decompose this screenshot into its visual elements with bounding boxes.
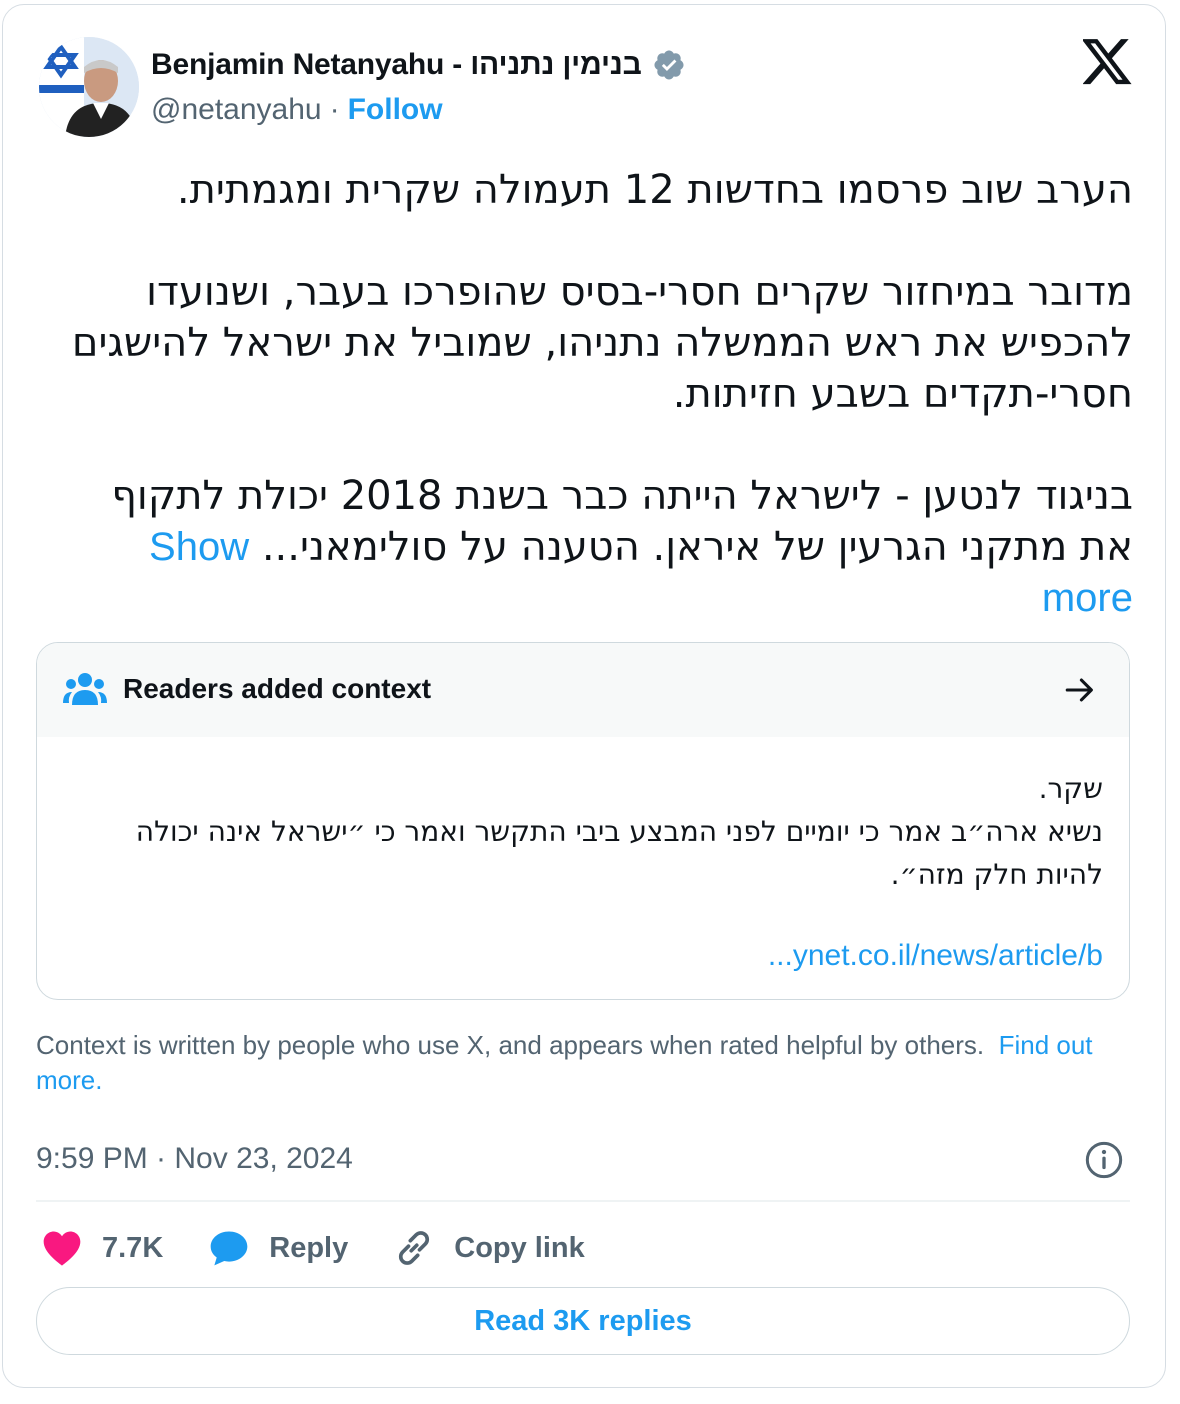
copy-link-button[interactable]: Copy link xyxy=(392,1226,585,1270)
author-handle[interactable]: @netanyahu xyxy=(151,93,322,127)
community-note: Readers added context שקר. נשיא ארה״ב אמ… xyxy=(36,642,1130,1000)
handle-separator: · xyxy=(329,93,340,126)
community-note-source-link[interactable]: ...ynet.co.il/news/article/b xyxy=(97,939,1103,973)
reply-button[interactable]: Reply xyxy=(207,1226,348,1270)
tweet-paragraph: בניגוד לנטען - לישראל הייתה כבר בשנת 201… xyxy=(63,471,1133,624)
context-disclaimer-text: Context is written by people who use X, … xyxy=(36,1030,985,1060)
tweet-actions: 7.7K Reply Copy link xyxy=(40,1224,629,1272)
avatar[interactable] xyxy=(39,37,139,137)
reply-label: Reply xyxy=(269,1231,349,1264)
like-count: 7.7K xyxy=(102,1231,164,1264)
tweet-paragraph: מדובר במיחזור שקרים חסרי-בסיס שהופרכו בע… xyxy=(71,269,1133,417)
tweet-timestamp[interactable]: 9:59 PM · Nov 23, 2024 xyxy=(36,1142,353,1176)
divider xyxy=(36,1200,1130,1202)
people-icon xyxy=(63,673,107,705)
community-note-body: שקר. נשיא ארה״ב אמר כי יומיים לפני המבצע… xyxy=(97,767,1103,896)
context-disclaimer: Context is written by people who use X, … xyxy=(36,1028,1106,1098)
community-note-title: Readers added context xyxy=(123,673,432,704)
like-button[interactable]: 7.7K xyxy=(40,1226,163,1270)
follow-button[interactable]: Follow xyxy=(348,93,443,127)
tweet-paragraph: הערב שוב פרסמו בחדשות 12 תעמולה שקרית ומ… xyxy=(176,167,1133,213)
community-note-line: נשיא ארה״ב אמר כי יומיים לפני המבצע ביבי… xyxy=(135,815,1103,891)
tweet-paragraph-text: בניגוד לנטען - לישראל הייתה כבר בשנת 201… xyxy=(111,473,1133,570)
community-note-line: שקר. xyxy=(1038,772,1103,805)
read-replies-button[interactable]: Read 3K replies xyxy=(36,1287,1130,1355)
tweet-text: הערב שוב פרסמו בחדשות 12 תעמולה שקרית ומ… xyxy=(63,165,1133,624)
link-icon xyxy=(399,1231,430,1265)
verified-badge-icon xyxy=(654,50,684,80)
community-note-header[interactable]: Readers added context xyxy=(37,643,1129,737)
arrow-right-icon[interactable] xyxy=(1063,673,1097,707)
copy-link-label: Copy link xyxy=(454,1231,585,1264)
reply-bubble-icon xyxy=(210,1231,248,1266)
info-icon[interactable] xyxy=(1084,1140,1124,1180)
x-logo-icon[interactable] xyxy=(1083,39,1133,85)
heart-icon xyxy=(43,1231,81,1266)
author-display-name[interactable]: Benjamin Netanyahu - בנימין נתניהו xyxy=(151,48,642,82)
